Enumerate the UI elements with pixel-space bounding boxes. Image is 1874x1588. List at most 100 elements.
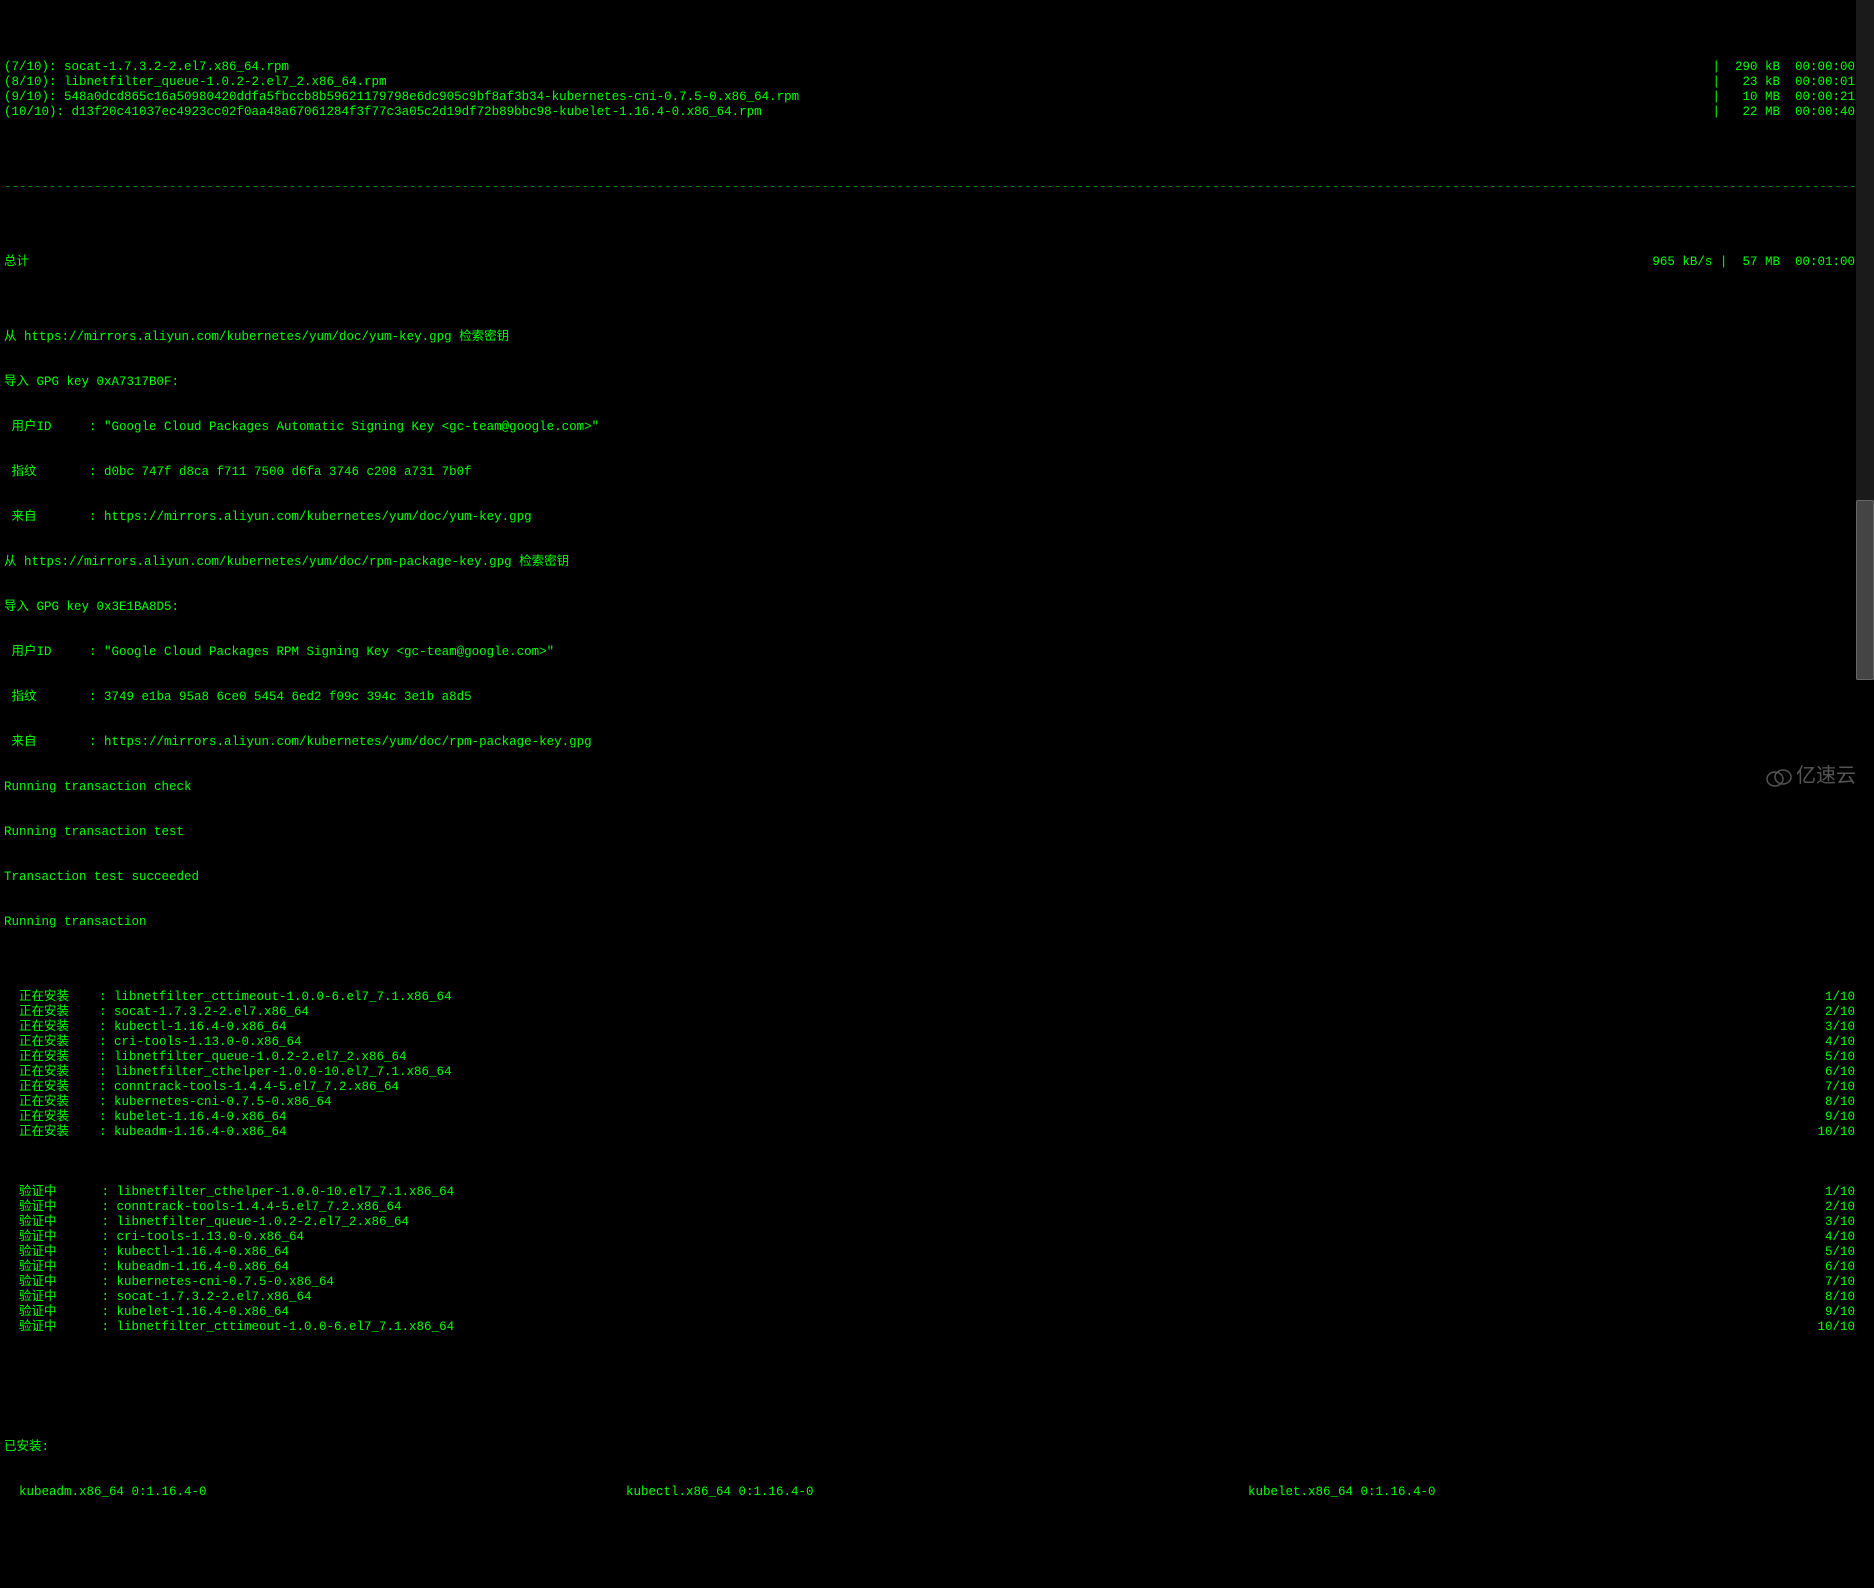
verify-pkg: 验证中 : kubernetes-cni-0.7.5-0.x86_64	[4, 1275, 334, 1290]
install-row: 正在安装 : libnetfilter_cthelper-1.0.0-10.el…	[4, 1065, 1870, 1080]
download-row: (10/10): d13f20c41037ec4923cc02f0aa48a67…	[4, 105, 1870, 120]
installed-pkg: kubectl.x86_64 0:1.16.4-0	[626, 1485, 1248, 1500]
download-stats: | 23 kB 00:00:01	[1712, 75, 1870, 90]
installed-header: 已安装:	[4, 1440, 1870, 1455]
verify-row: 验证中 : libnetfilter_cttimeout-1.0.0-6.el7…	[4, 1320, 1870, 1335]
gpg-line: 导入 GPG key 0x3E1BA8D5:	[4, 600, 1870, 615]
gpg-line: 从 https://mirrors.aliyun.com/kubernetes/…	[4, 330, 1870, 345]
download-stats: | 22 MB 00:00:40	[1712, 105, 1870, 120]
gpg-line: 指纹 : d0bc 747f d8ca f711 7500 d6fa 3746 …	[4, 465, 1870, 480]
separator: ----------------------------------------…	[4, 180, 1870, 195]
install-pkg: 正在安装 : kubeadm-1.16.4-0.x86_64	[4, 1125, 287, 1140]
verify-count: 1/10	[1825, 1185, 1870, 1200]
verify-row: 验证中 : kubectl-1.16.4-0.x86_64 5/10	[4, 1245, 1870, 1260]
verify-count: 5/10	[1825, 1245, 1870, 1260]
verify-row: 验证中 : kubelet-1.16.4-0.x86_64 9/10	[4, 1305, 1870, 1320]
install-pkg: 正在安装 : cri-tools-1.13.0-0.x86_64	[4, 1035, 302, 1050]
transaction-line: Running transaction check	[4, 780, 1870, 795]
install-count: 2/10	[1825, 1005, 1870, 1020]
blank-line	[4, 1380, 1870, 1395]
install-count: 9/10	[1825, 1110, 1870, 1125]
transaction-line: Transaction test succeeded	[4, 870, 1870, 885]
download-stats: | 10 MB 00:00:21	[1712, 90, 1870, 105]
install-row: 正在安装 : kubeadm-1.16.4-0.x86_64 10/10	[4, 1125, 1870, 1140]
download-stats: | 290 kB 00:00:00	[1712, 60, 1870, 75]
verify-count: 6/10	[1825, 1260, 1870, 1275]
download-name: (7/10): socat-1.7.3.2-2.el7.x86_64.rpm	[4, 60, 289, 75]
download-row: (8/10): libnetfilter_queue-1.0.2-2.el7_2…	[4, 75, 1870, 90]
install-pkg: 正在安装 : libnetfilter_queue-1.0.2-2.el7_2.…	[4, 1050, 407, 1065]
verify-pkg: 验证中 : kubeadm-1.16.4-0.x86_64	[4, 1260, 289, 1275]
verify-pkg: 验证中 : kubectl-1.16.4-0.x86_64	[4, 1245, 289, 1260]
install-count: 5/10	[1825, 1050, 1870, 1065]
gpg-line: 用户ID : "Google Cloud Packages Automatic …	[4, 420, 1870, 435]
install-pkg: 正在安装 : conntrack-tools-1.4.4-5.el7_7.2.x…	[4, 1080, 399, 1095]
total-label: 总计	[4, 255, 29, 270]
scrollbar[interactable]	[1856, 0, 1874, 680]
verify-pkg: 验证中 : kubelet-1.16.4-0.x86_64	[4, 1305, 289, 1320]
download-row: (9/10): 548a0dcd865c16a50980420ddfa5fbcc…	[4, 90, 1870, 105]
install-pkg: 正在安装 : kubectl-1.16.4-0.x86_64	[4, 1020, 287, 1035]
installed-pkg: kubeadm.x86_64 0:1.16.4-0	[4, 1485, 626, 1500]
verify-row: 验证中 : socat-1.7.3.2-2.el7.x86_64 8/10	[4, 1290, 1870, 1305]
download-row: (7/10): socat-1.7.3.2-2.el7.x86_64.rpm | …	[4, 60, 1870, 75]
gpg-line: 用户ID : "Google Cloud Packages RPM Signin…	[4, 645, 1870, 660]
verify-pkg: 验证中 : cri-tools-1.13.0-0.x86_64	[4, 1230, 304, 1245]
scrollbar-thumb[interactable]	[1856, 500, 1874, 680]
install-row: 正在安装 : libnetfilter_queue-1.0.2-2.el7_2.…	[4, 1050, 1870, 1065]
download-name: (8/10): libnetfilter_queue-1.0.2-2.el7_2…	[4, 75, 387, 90]
install-row: 正在安装 : conntrack-tools-1.4.4-5.el7_7.2.x…	[4, 1080, 1870, 1095]
installed-pkg: kubelet.x86_64 0:1.16.4-0	[1248, 1485, 1870, 1500]
gpg-line: 指纹 : 3749 e1ba 95a8 6ce0 5454 6ed2 f09c …	[4, 690, 1870, 705]
install-row: 正在安装 : cri-tools-1.13.0-0.x86_64 4/10	[4, 1035, 1870, 1050]
install-row: 正在安装 : kubelet-1.16.4-0.x86_64 9/10	[4, 1110, 1870, 1125]
install-count: 1/10	[1825, 990, 1870, 1005]
verify-row: 验证中 : libnetfilter_cthelper-1.0.0-10.el7…	[4, 1185, 1870, 1200]
install-count: 6/10	[1825, 1065, 1870, 1080]
installed-list: kubeadm.x86_64 0:1.16.4-0 kubectl.x86_64…	[4, 1485, 1870, 1500]
install-row: 正在安装 : kubectl-1.16.4-0.x86_64 3/10	[4, 1020, 1870, 1035]
watermark: 亿速云	[1766, 764, 1856, 788]
install-count: 8/10	[1825, 1095, 1870, 1110]
verify-pkg: 验证中 : conntrack-tools-1.4.4-5.el7_7.2.x8…	[4, 1200, 402, 1215]
gpg-line: 来自 : https://mirrors.aliyun.com/kubernet…	[4, 735, 1870, 750]
verify-row: 验证中 : libnetfilter_queue-1.0.2-2.el7_2.x…	[4, 1215, 1870, 1230]
verify-row: 验证中 : kubernetes-cni-0.7.5-0.x86_64 7/10	[4, 1275, 1870, 1290]
verify-pkg: 验证中 : libnetfilter_queue-1.0.2-2.el7_2.x…	[4, 1215, 409, 1230]
install-row: 正在安装 : libnetfilter_cttimeout-1.0.0-6.el…	[4, 990, 1870, 1005]
install-count: 4/10	[1825, 1035, 1870, 1050]
verify-count: 2/10	[1825, 1200, 1870, 1215]
install-count: 7/10	[1825, 1080, 1870, 1095]
transaction-line: Running transaction test	[4, 825, 1870, 840]
gpg-line: 从 https://mirrors.aliyun.com/kubernetes/…	[4, 555, 1870, 570]
install-row: 正在安装 : kubernetes-cni-0.7.5-0.x86_64 8/10	[4, 1095, 1870, 1110]
verify-row: 验证中 : conntrack-tools-1.4.4-5.el7_7.2.x8…	[4, 1200, 1870, 1215]
total-values: 965 kB/s | 57 MB 00:01:00	[1652, 255, 1870, 270]
verify-row: 验证中 : kubeadm-1.16.4-0.x86_64 6/10	[4, 1260, 1870, 1275]
verify-pkg: 验证中 : socat-1.7.3.2-2.el7.x86_64	[4, 1290, 312, 1305]
install-pkg: 正在安装 : socat-1.7.3.2-2.el7.x86_64	[4, 1005, 309, 1020]
gpg-line: 导入 GPG key 0xA7317B0F:	[4, 375, 1870, 390]
install-pkg: 正在安装 : kubelet-1.16.4-0.x86_64	[4, 1110, 287, 1125]
download-name: (10/10): d13f20c41037ec4923cc02f0aa48a67…	[4, 105, 762, 120]
verify-count: 7/10	[1825, 1275, 1870, 1290]
verify-count: 9/10	[1825, 1305, 1870, 1320]
download-name: (9/10): 548a0dcd865c16a50980420ddfa5fbcc…	[4, 90, 799, 105]
verify-count: 4/10	[1825, 1230, 1870, 1245]
verify-pkg: 验证中 : libnetfilter_cthelper-1.0.0-10.el7…	[4, 1185, 454, 1200]
verify-row: 验证中 : cri-tools-1.13.0-0.x86_64 4/10	[4, 1230, 1870, 1245]
install-count: 10/10	[1817, 1125, 1870, 1140]
install-row: 正在安装 : socat-1.7.3.2-2.el7.x86_64 2/10	[4, 1005, 1870, 1020]
verify-pkg: 验证中 : libnetfilter_cttimeout-1.0.0-6.el7…	[4, 1320, 454, 1335]
install-pkg: 正在安装 : libnetfilter_cthelper-1.0.0-10.el…	[4, 1065, 452, 1080]
total-line: 总计 965 kB/s | 57 MB 00:01:00	[4, 255, 1870, 270]
verify-count: 8/10	[1825, 1290, 1870, 1305]
terminal-output[interactable]: (7/10): socat-1.7.3.2-2.el7.x86_64.rpm | …	[0, 0, 1874, 1588]
verify-count: 10/10	[1817, 1320, 1870, 1335]
blank-line	[4, 1530, 1870, 1545]
transaction-line: Running transaction	[4, 915, 1870, 930]
gpg-line: 来自 : https://mirrors.aliyun.com/kubernet…	[4, 510, 1870, 525]
install-count: 3/10	[1825, 1020, 1870, 1035]
install-pkg: 正在安装 : kubernetes-cni-0.7.5-0.x86_64	[4, 1095, 332, 1110]
install-pkg: 正在安装 : libnetfilter_cttimeout-1.0.0-6.el…	[4, 990, 452, 1005]
